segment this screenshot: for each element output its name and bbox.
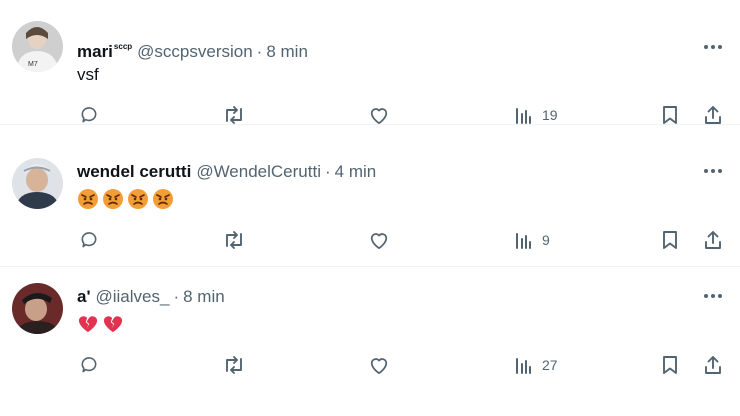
bookmark-button[interactable] xyxy=(661,100,679,130)
share-icon xyxy=(705,356,721,374)
share-button[interactable] xyxy=(703,350,723,380)
user-handle[interactable]: @sccpsversion xyxy=(137,41,253,63)
like-button[interactable] xyxy=(368,100,390,130)
separator-dot: · xyxy=(324,162,331,181)
post-1[interactable]: M7 marisccp @sccpsversion · 8 min vsf 19 xyxy=(0,0,740,125)
post-emoji xyxy=(77,314,124,334)
angry-face-icon xyxy=(128,189,148,209)
bookmark-icon xyxy=(663,106,677,124)
repost-icon xyxy=(226,106,242,124)
more-options-button[interactable] xyxy=(700,162,726,180)
angry-face-icon xyxy=(103,189,123,209)
angry-face-icon xyxy=(153,189,173,209)
reply-icon xyxy=(81,107,97,123)
views-button[interactable]: 19 xyxy=(515,100,558,130)
views-button[interactable]: 27 xyxy=(515,350,558,380)
post-time[interactable]: 8 min xyxy=(266,41,308,63)
bookmark-button[interactable] xyxy=(661,350,679,380)
views-count: 27 xyxy=(542,357,558,373)
user-handle[interactable]: @WendelCerutti xyxy=(196,161,321,183)
post-header: a' @iialves_ · 8 min xyxy=(77,286,225,308)
bookmark-button[interactable] xyxy=(661,225,679,255)
views-count: 19 xyxy=(542,107,558,123)
share-icon xyxy=(705,231,721,249)
reply-button[interactable] xyxy=(79,100,99,130)
like-icon xyxy=(370,233,388,250)
more-horizontal-icon xyxy=(704,169,722,173)
views-icon xyxy=(516,108,531,124)
views-icon xyxy=(516,358,531,374)
post-actions: 19 xyxy=(0,100,740,130)
post-3[interactable]: a' @iialves_ · 8 min 27 xyxy=(0,267,740,416)
name-superscript: sccp xyxy=(113,42,133,51)
post-emoji xyxy=(77,188,174,210)
svg-text:M7: M7 xyxy=(28,61,38,68)
share-button[interactable] xyxy=(703,100,723,130)
share-icon xyxy=(705,106,721,124)
post-actions: 27 xyxy=(0,350,740,380)
post-2[interactable]: wendel cerutti @WendelCerutti · 4 min 9 xyxy=(0,142,740,267)
post-time[interactable]: 4 min xyxy=(335,161,377,183)
like-icon xyxy=(370,358,388,375)
display-name[interactable]: a' xyxy=(77,286,91,308)
reply-icon xyxy=(81,357,97,373)
post-time[interactable]: 8 min xyxy=(183,286,225,308)
views-count: 9 xyxy=(542,232,550,248)
views-button[interactable]: 9 xyxy=(515,225,550,255)
display-name[interactable]: wendel cerutti xyxy=(77,161,191,183)
avatar[interactable] xyxy=(12,158,63,209)
post-header: wendel cerutti @WendelCerutti · 4 min xyxy=(77,161,376,183)
share-button[interactable] xyxy=(703,225,723,255)
repost-button[interactable] xyxy=(222,225,246,255)
repost-icon xyxy=(226,231,242,249)
display-name[interactable]: marisccp xyxy=(77,36,132,63)
reply-button[interactable] xyxy=(79,350,99,380)
repost-button[interactable] xyxy=(222,100,246,130)
post-header: marisccp @sccpsversion · 8 min xyxy=(77,36,308,61)
broken-heart-icon xyxy=(78,316,98,333)
repost-button[interactable] xyxy=(222,350,246,380)
more-options-button[interactable] xyxy=(700,287,726,305)
post-text: vsf xyxy=(77,65,99,84)
bookmark-icon xyxy=(663,231,677,249)
separator-dot: · xyxy=(256,42,263,61)
like-button[interactable] xyxy=(368,350,390,380)
reply-button[interactable] xyxy=(79,225,99,255)
angry-face-icon xyxy=(78,189,98,209)
avatar[interactable] xyxy=(12,283,63,334)
like-icon xyxy=(370,108,388,125)
more-options-button[interactable] xyxy=(700,38,726,56)
more-horizontal-icon xyxy=(704,294,722,298)
repost-icon xyxy=(226,356,242,374)
avatar[interactable]: M7 xyxy=(12,21,63,72)
reply-feed: M7 marisccp @sccpsversion · 8 min vsf 19… xyxy=(0,0,740,416)
separator-dot: · xyxy=(173,287,180,306)
views-icon xyxy=(516,233,531,249)
more-horizontal-icon xyxy=(704,45,722,49)
post-actions: 9 xyxy=(0,225,740,255)
bookmark-icon xyxy=(663,356,677,374)
broken-heart-icon xyxy=(103,316,123,333)
like-button[interactable] xyxy=(368,225,390,255)
reply-icon xyxy=(81,232,97,248)
user-handle[interactable]: @iialves_ xyxy=(96,286,170,308)
